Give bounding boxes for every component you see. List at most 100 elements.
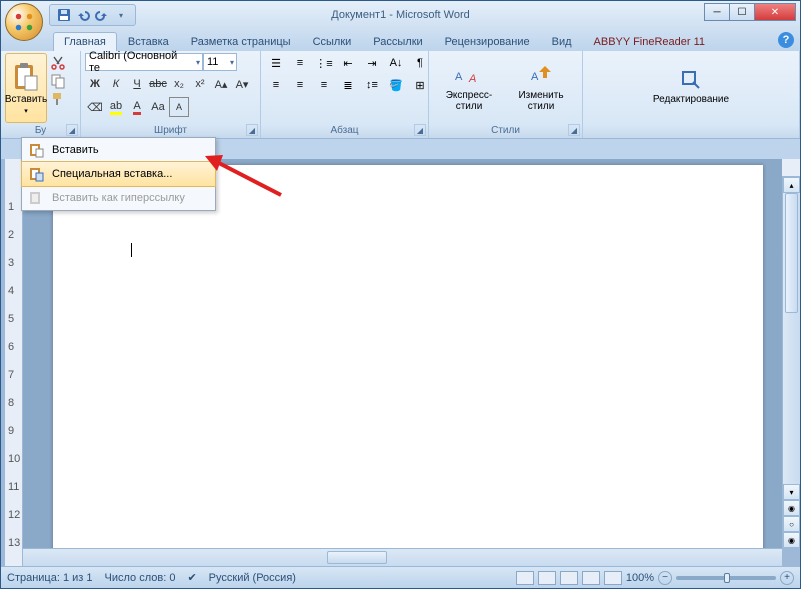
view-print-layout[interactable]: [516, 571, 534, 585]
view-web-layout[interactable]: [560, 571, 578, 585]
font-name-combo[interactable]: Calibri (Основной те: [85, 53, 203, 71]
font-group-label: Шрифт: [85, 124, 256, 138]
change-styles-icon: A: [527, 60, 555, 88]
view-draft[interactable]: [604, 571, 622, 585]
paragraph-dialog-launcher[interactable]: ◢: [414, 124, 426, 136]
tab-view[interactable]: Вид: [541, 32, 583, 51]
zoom-level[interactable]: 100%: [626, 572, 654, 584]
tab-layout[interactable]: Разметка страницы: [180, 32, 302, 51]
minimize-button[interactable]: ─: [704, 3, 730, 21]
prev-page-button[interactable]: ◉: [783, 500, 800, 516]
paste-label: Вставить: [5, 94, 47, 105]
sort-button[interactable]: A↓: [385, 53, 407, 73]
multilevel-button[interactable]: ⋮≡: [313, 53, 335, 73]
zoom-in-button[interactable]: +: [780, 571, 794, 585]
close-button[interactable]: ✕: [754, 3, 796, 21]
svg-text:A: A: [468, 73, 476, 85]
document-area[interactable]: [23, 159, 782, 548]
indent-inc-button[interactable]: ⇥: [361, 53, 383, 73]
horizontal-scrollbar[interactable]: [23, 548, 782, 566]
justify-button[interactable]: ≣: [337, 75, 359, 95]
format-painter-icon[interactable]: [50, 91, 66, 107]
vertical-scrollbar[interactable]: ▴ ▾ ◉ ○ ◉: [782, 177, 800, 548]
editing-button[interactable]: Редактирование: [643, 53, 739, 119]
paste-special-menu-item[interactable]: Специальная вставка...: [21, 161, 216, 187]
status-language[interactable]: Русский (Россия): [209, 572, 296, 584]
change-styles-button[interactable]: A Изменить стили: [505, 53, 577, 119]
change-case-button[interactable]: Aa: [148, 97, 168, 117]
annotation-arrow: [203, 153, 283, 203]
char-border-button[interactable]: A: [169, 97, 189, 117]
change-styles-label: Изменить стили: [505, 90, 577, 112]
cut-icon[interactable]: [50, 55, 66, 71]
paste-menu-item[interactable]: Вставить: [22, 138, 215, 162]
underline-button[interactable]: Ч: [127, 74, 147, 94]
redo-icon[interactable]: [94, 7, 110, 23]
paste-button[interactable]: Вставить ▾: [5, 53, 47, 123]
save-icon[interactable]: [56, 7, 72, 23]
grow-font-button[interactable]: A▴: [211, 74, 231, 94]
paste-dropdown: Вставить Специальная вставка... Вставить…: [21, 137, 216, 211]
view-outline[interactable]: [582, 571, 600, 585]
browse-object-button[interactable]: ○: [783, 516, 800, 532]
page[interactable]: [53, 165, 763, 548]
align-right-button[interactable]: ≡: [313, 75, 335, 95]
scroll-up-button[interactable]: ▴: [783, 177, 800, 193]
numbering-button[interactable]: ≡: [289, 53, 311, 73]
bullets-button[interactable]: ☰: [265, 53, 287, 73]
find-icon: [679, 68, 703, 92]
paste-menu-label: Вставить: [52, 144, 99, 156]
shading-button[interactable]: 🪣: [385, 75, 407, 95]
clipboard-dialog-launcher[interactable]: ◢: [66, 124, 78, 136]
status-proofing-icon[interactable]: ✔: [187, 571, 196, 584]
font-dialog-launcher[interactable]: ◢: [246, 124, 258, 136]
tab-home[interactable]: Главная: [53, 32, 117, 51]
font-color-button[interactable]: A: [127, 97, 147, 117]
subscript-button[interactable]: x₂: [169, 74, 189, 94]
shrink-font-button[interactable]: A▾: [232, 74, 252, 94]
office-button[interactable]: [5, 3, 43, 41]
copy-icon[interactable]: [50, 73, 66, 89]
status-words[interactable]: Число слов: 0: [105, 572, 176, 584]
highlight-button[interactable]: ab: [106, 97, 126, 117]
next-page-button[interactable]: ◉: [783, 532, 800, 548]
qat-more-icon[interactable]: ▾: [113, 7, 129, 23]
show-marks-button[interactable]: ¶: [409, 53, 431, 73]
maximize-button[interactable]: ☐: [729, 3, 755, 21]
undo-icon[interactable]: [75, 7, 91, 23]
borders-button[interactable]: ⊞: [409, 75, 431, 95]
styles-dialog-launcher[interactable]: ◢: [568, 124, 580, 136]
vscroll-thumb[interactable]: [785, 193, 798, 313]
clipboard-icon: [13, 62, 39, 92]
status-page[interactable]: Страница: 1 из 1: [7, 572, 93, 584]
superscript-button[interactable]: x²: [190, 74, 210, 94]
zoom-slider-thumb[interactable]: [724, 573, 730, 583]
font-size-combo[interactable]: 11: [203, 53, 237, 71]
strike-button[interactable]: abc: [148, 74, 168, 94]
tab-mailings[interactable]: Рассылки: [362, 32, 433, 51]
paste-icon: [28, 142, 44, 158]
line-spacing-button[interactable]: ↕≡: [361, 75, 383, 95]
paste-hyperlink-icon: [28, 190, 44, 206]
scroll-down-button[interactable]: ▾: [783, 484, 800, 500]
tab-abbyy[interactable]: ABBYY FineReader 11: [583, 32, 717, 51]
tab-insert[interactable]: Вставка: [117, 32, 180, 51]
tab-review[interactable]: Рецензирование: [434, 32, 541, 51]
align-center-button[interactable]: ≡: [289, 75, 311, 95]
svg-text:A: A: [531, 71, 539, 83]
align-left-button[interactable]: ≡: [265, 75, 287, 95]
vertical-ruler[interactable]: 1234567891011121314: [5, 159, 23, 566]
quick-styles-label: Экспресс-стили: [433, 90, 505, 112]
zoom-slider[interactable]: [676, 576, 776, 580]
clear-format-button[interactable]: ⌫: [85, 97, 105, 117]
view-full-screen[interactable]: [538, 571, 556, 585]
hscroll-thumb[interactable]: [327, 551, 387, 564]
styles-group-label: Стили: [433, 124, 578, 138]
indent-dec-button[interactable]: ⇤: [337, 53, 359, 73]
quick-styles-button[interactable]: AA Экспресс-стили: [433, 53, 505, 119]
italic-button[interactable]: К: [106, 74, 126, 94]
help-icon[interactable]: ?: [778, 32, 794, 48]
tab-references[interactable]: Ссылки: [302, 32, 363, 51]
zoom-out-button[interactable]: −: [658, 571, 672, 585]
bold-button[interactable]: Ж: [85, 74, 105, 94]
